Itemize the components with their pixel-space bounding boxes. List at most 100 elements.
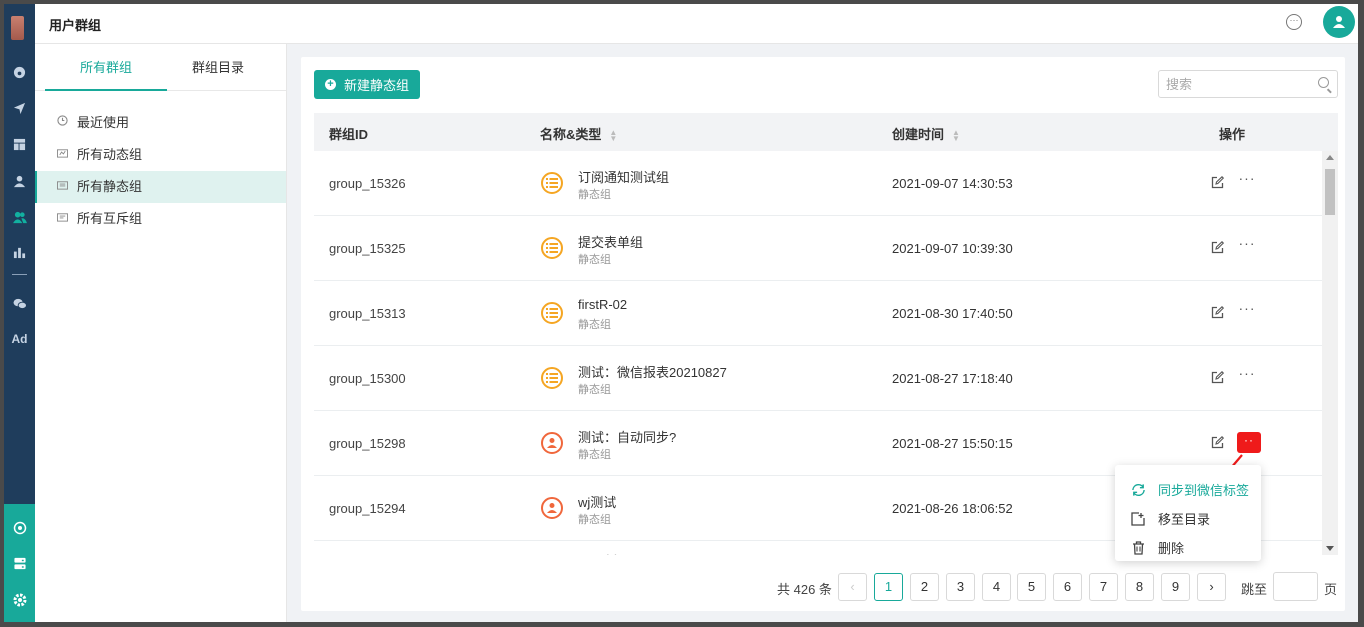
tab-group-directory[interactable]: 群组目录 [157, 44, 279, 91]
table-header: 群组ID 名称&类型 ▲ ▼ 创建时间 ▲ ▼ 操作 [314, 113, 1338, 151]
group-name[interactable]: 测试：微信报表20210827 [578, 362, 727, 381]
sort-icon[interactable]: ▲ ▼ [952, 128, 960, 142]
edit-icon[interactable] [1211, 371, 1224, 384]
more-options-button[interactable]: ··· [1236, 301, 1258, 321]
user-group-icon[interactable] [4, 207, 35, 227]
sidebar-list: 最近使用 所有动态组 所有静态组 所有互斥组 [35, 91, 286, 235]
plus-icon: + [325, 79, 336, 90]
rail-bottom-tools [4, 504, 35, 622]
folder-icon [55, 204, 69, 234]
group-sidebar: 所有群组 群组目录 最近使用 所有动态组 所有静态组 所有互斥组 [35, 44, 287, 622]
page-button[interactable]: 8 [1125, 573, 1154, 601]
sidebar-item-recent[interactable]: 最近使用 [35, 107, 286, 139]
partial-row-text: ...∴∴... [594, 551, 629, 555]
new-static-group-button[interactable]: + 新建静态组 [314, 70, 421, 99]
more-options-button[interactable]: ··· [1236, 236, 1258, 256]
search-input[interactable] [1159, 71, 1309, 97]
page-button[interactable]: 1 [874, 573, 903, 601]
user-icon[interactable] [4, 171, 35, 191]
bar-chart-icon[interactable] [4, 242, 35, 262]
layout-icon[interactable] [4, 134, 35, 154]
settings-gear-icon[interactable] [4, 590, 35, 610]
user-icon [541, 497, 563, 519]
scroll-down-icon[interactable] [1326, 546, 1334, 551]
send-icon[interactable] [4, 98, 35, 118]
scroll-thumb[interactable] [1325, 169, 1335, 215]
list-icon [541, 172, 563, 194]
edit-icon[interactable] [1211, 176, 1224, 189]
sidebar-item-static[interactable]: 所有静态组 [35, 171, 286, 203]
dashboard-icon[interactable] [4, 62, 35, 82]
group-name[interactable]: 测试：自动同步? [578, 427, 676, 446]
list-icon [541, 367, 563, 389]
message-icon[interactable]: ··· [1286, 14, 1302, 30]
page-title: 用户群组 [49, 18, 102, 33]
group-id: group_15326 [329, 176, 406, 191]
more-options-button-active[interactable]: ·· [1237, 432, 1261, 453]
page-suffix: 页 [1324, 582, 1338, 597]
edit-icon[interactable] [1211, 241, 1224, 254]
wechat-icon[interactable] [4, 294, 35, 314]
total-count: 共 426 条 [777, 582, 832, 597]
edit-icon[interactable] [1211, 436, 1224, 449]
menu-item-move-to-directory[interactable]: 移至目录 [1115, 504, 1261, 533]
group-type: 静态组 [578, 384, 611, 396]
next-page-button[interactable]: › [1197, 573, 1226, 601]
group-type: 静态组 [578, 319, 611, 331]
server-icon[interactable] [4, 553, 35, 573]
menu-item-delete[interactable]: 删除 [1115, 533, 1261, 562]
jump-label: 跳至 [1241, 582, 1268, 597]
menu-item-label: 删除 [1158, 541, 1185, 556]
more-options-button[interactable]: ··· [1236, 171, 1258, 191]
page-button[interactable]: 7 [1089, 573, 1118, 601]
avatar[interactable] [1323, 6, 1355, 38]
edit-icon[interactable] [1211, 306, 1224, 319]
ad-icon[interactable]: Ad [4, 329, 35, 349]
row-actions-menu: 同步到微信标签 移至目录 删除 [1115, 465, 1261, 561]
scroll-up-icon[interactable] [1326, 155, 1334, 160]
column-header-time[interactable]: 创建时间 ▲ ▼ [892, 124, 960, 143]
sidebar-item-dynamic[interactable]: 所有动态组 [35, 139, 286, 171]
created-time: 2021-09-07 14:30:53 [892, 176, 1013, 191]
user-icon [541, 432, 563, 454]
clock-icon [55, 108, 69, 138]
table-row: group_15300 测试：微信报表20210827 静态组 2021-08-… [314, 346, 1322, 411]
tab-all-groups[interactable]: 所有群组 [45, 44, 167, 91]
search-icon[interactable] [1318, 77, 1329, 88]
sidebar-item-label: 所有静态组 [77, 179, 143, 194]
group-name[interactable]: firstR-02 [578, 297, 627, 312]
folder-icon [55, 140, 69, 170]
menu-item-label: 同步到微信标签 [1158, 483, 1250, 498]
page-button[interactable]: 9 [1161, 573, 1190, 601]
group-name[interactable]: 提交表单组 [578, 232, 643, 251]
group-name[interactable]: 订阅通知测试组 [578, 167, 669, 186]
group-name[interactable]: wj测试 [578, 492, 616, 511]
app-window: Ad 用户群组 ··· 所有群组 群组目录 最近使用 所有动态组 所有静态组 所… [4, 4, 1358, 622]
group-type: 静态组 [578, 514, 611, 526]
page-button[interactable]: 5 [1017, 573, 1046, 601]
rail-divider [12, 274, 27, 275]
more-options-button[interactable]: ··· [1236, 366, 1258, 386]
logo [11, 16, 24, 40]
folder-icon [55, 172, 69, 202]
sync-icon [1130, 483, 1146, 497]
page-button[interactable]: 4 [982, 573, 1011, 601]
page-button[interactable]: 3 [946, 573, 975, 601]
sidebar-item-exclusive[interactable]: 所有互斥组 [35, 203, 286, 235]
prev-page-button[interactable]: ‹ [838, 573, 867, 601]
column-header-name[interactable]: 名称&类型 ▲ ▼ [540, 124, 617, 143]
trash-icon [1130, 540, 1146, 555]
list-icon [541, 237, 563, 259]
created-time: 2021-08-26 18:06:52 [892, 501, 1013, 516]
radar-icon[interactable] [4, 518, 35, 538]
page-button[interactable]: 6 [1053, 573, 1082, 601]
table-row: group_15326 订阅通知测试组 静态组 2021-09-07 14:30… [314, 151, 1322, 216]
menu-item-label: 移至目录 [1158, 512, 1211, 527]
top-bar: 用户群组 ··· [35, 4, 1358, 44]
search-box [1158, 70, 1338, 98]
page-button[interactable]: 2 [910, 573, 939, 601]
menu-item-sync-wechat-tag[interactable]: 同步到微信标签 [1115, 475, 1261, 504]
table-scrollbar[interactable] [1322, 151, 1338, 555]
sort-icon[interactable]: ▲ ▼ [609, 128, 617, 142]
jump-page-input[interactable] [1273, 572, 1318, 601]
